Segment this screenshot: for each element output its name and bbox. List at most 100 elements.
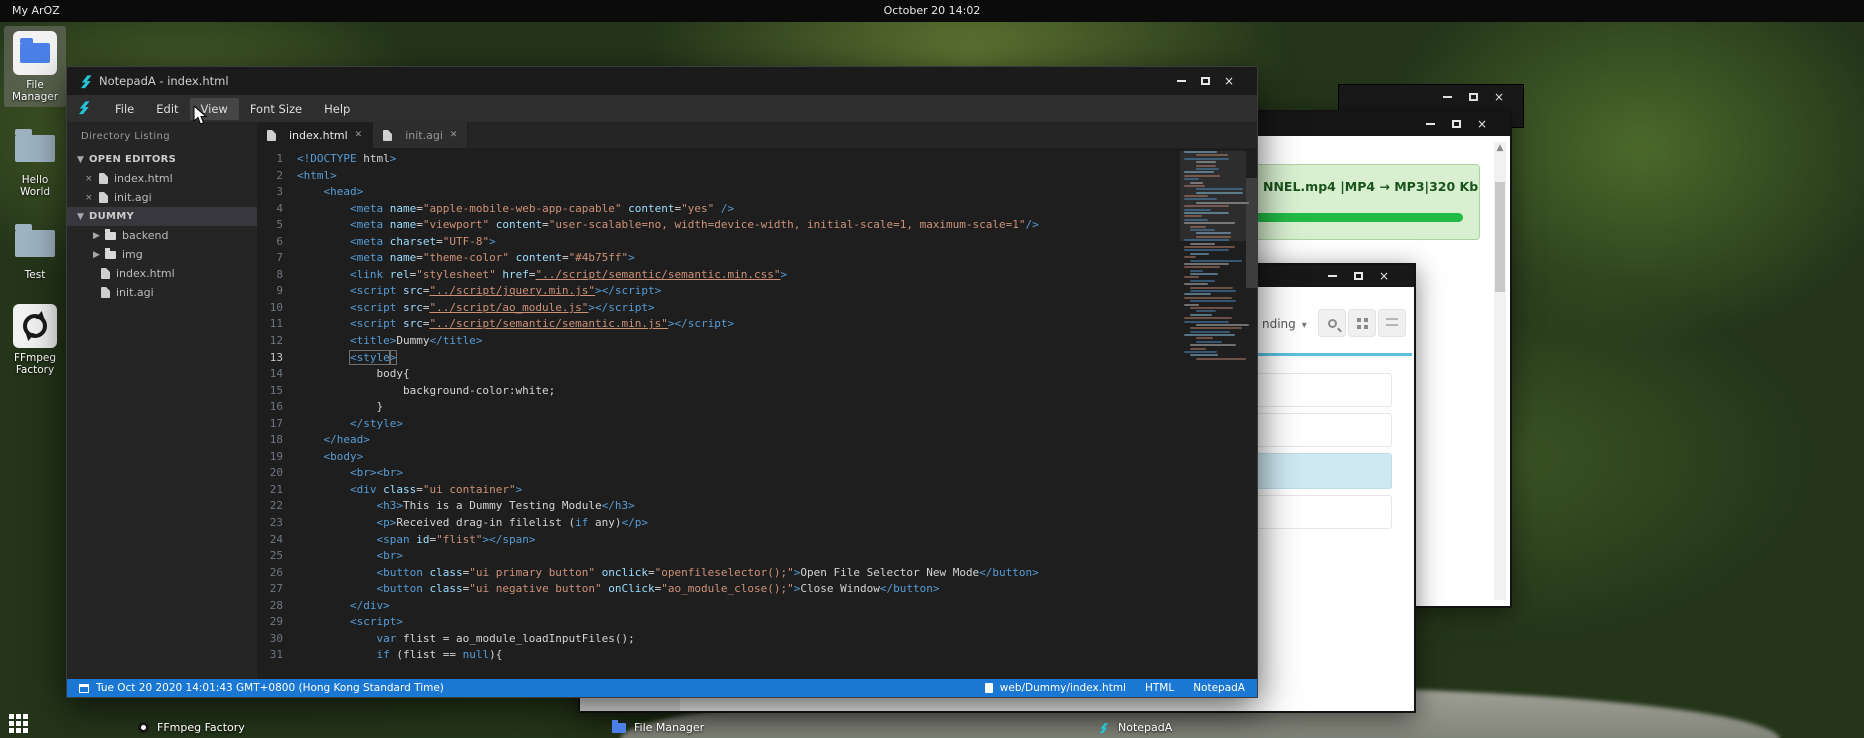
close-icon[interactable]: × [1493, 91, 1505, 103]
maximize-icon[interactable] [1450, 118, 1462, 130]
close-icon[interactable]: × [85, 193, 99, 203]
code-line-26[interactable]: 26 <button class="ui primary button" onc… [257, 565, 1257, 582]
chevron-right-icon[interactable]: ▶ [93, 231, 105, 241]
code-line-3[interactable]: 3 <head> [257, 184, 1257, 201]
taskbar-item-notepada[interactable]: NotepadA [1098, 721, 1172, 734]
tree-item-init.agi[interactable]: init.agi [67, 283, 257, 302]
code-line-29[interactable]: 29 <script> [257, 614, 1257, 631]
ffmpeg-icon [5, 303, 65, 349]
code-line-23[interactable]: 23 <p>Received drag-in filelist (if any)… [257, 515, 1257, 532]
sort-dropdown[interactable]: nding▾ [1262, 317, 1307, 331]
close-icon[interactable]: × [85, 174, 99, 184]
code-line-20[interactable]: 20 <br><br> [257, 465, 1257, 482]
code-editor[interactable]: 1<!DOCTYPE html>2<html>3 <head>4 <meta n… [257, 148, 1257, 679]
chevron-right-icon[interactable]: ▶ [93, 250, 105, 260]
scroll-up-icon[interactable]: ▲ [1494, 142, 1506, 154]
code-line-17[interactable]: 17 </style> [257, 416, 1257, 433]
scrollbar-thumb[interactable] [1495, 182, 1505, 292]
desktop-icons: File Manager Hello World Test FFmpeg Factor… [4, 26, 68, 394]
tab-init.agi[interactable]: init.agi✕ [373, 122, 468, 148]
tab-index.html[interactable]: index.html✕ [257, 122, 373, 148]
tree-item-index.html[interactable]: index.html [67, 264, 257, 283]
code-line-8[interactable]: 8 <link rel="stylesheet" href="../script… [257, 267, 1257, 284]
desktop-icon-file-manager[interactable]: File Manager [4, 26, 66, 107]
code-line-4[interactable]: 4 <meta name="apple-mobile-web-app-capab… [257, 201, 1257, 218]
tree-item-img[interactable]: ▶img [67, 245, 257, 264]
code-line-25[interactable]: 25 <br> [257, 548, 1257, 565]
code-line-14[interactable]: 14 body{ [257, 366, 1257, 383]
desktop-icon-hello-world[interactable]: Hello World [4, 121, 66, 202]
code-line-11[interactable]: 11 <script src="../script/semantic/seman… [257, 316, 1257, 333]
code-line-27[interactable]: 27 <button class="ui negative button" on… [257, 581, 1257, 598]
code-line-1[interactable]: 1<!DOCTYPE html> [257, 151, 1257, 168]
menu-edit[interactable]: Edit [145, 98, 189, 120]
code-line-31[interactable]: 31 if (flist == null){ [257, 647, 1257, 664]
taskbar-item-file-manager[interactable]: File Manager [612, 721, 704, 734]
close-icon[interactable]: × [1223, 75, 1235, 87]
code-line-22[interactable]: 22 <h3>This is a Dummy Testing Module</h… [257, 498, 1257, 515]
code-line-13[interactable]: 13 <style> [257, 350, 1257, 367]
tree-section-dummy[interactable]: ▼DUMMY [67, 207, 257, 226]
tree-item-index.html[interactable]: ×index.html [67, 169, 257, 188]
app-launcher-grid-icon[interactable] [9, 728, 14, 733]
desktop-icon-label: Hello World [5, 174, 65, 198]
sidebar-header: Directory Listing [67, 122, 257, 150]
code-line-19[interactable]: 19 <body> [257, 449, 1257, 466]
tree-item-init.agi[interactable]: ×init.agi [67, 188, 257, 207]
close-icon[interactable]: × [1378, 270, 1390, 282]
code-line-10[interactable]: 10 <script src="../script/ao_module.js">… [257, 300, 1257, 317]
clock: October 20 14:02 [884, 4, 981, 17]
taskbar-item-ffmpeg-factory[interactable]: FFmpeg Factory [138, 721, 245, 734]
code-line-30[interactable]: 30 var flist = ao_module_loadInputFiles(… [257, 631, 1257, 648]
close-icon[interactable]: ✕ [450, 130, 458, 140]
desktop-icon-test[interactable]: Test [4, 216, 66, 285]
conversion-task-label: NNEL.mp4 |MP4 → MP3|320 Kbps| [1263, 179, 1480, 194]
search-button[interactable] [1318, 309, 1346, 337]
notepada-logo-icon [77, 100, 92, 118]
tree-section-open-editors[interactable]: ▼OPEN EDITORS [67, 150, 257, 169]
status-file-path[interactable]: web/Dummy/index.html [1000, 682, 1126, 694]
code-line-7[interactable]: 7 <meta name="theme-color" content="#4b7… [257, 250, 1257, 267]
code-line-2[interactable]: 2<html> [257, 168, 1257, 185]
tree-item-backend[interactable]: ▶backend [67, 226, 257, 245]
code-line-16[interactable]: 16 } [257, 399, 1257, 416]
code-line-24[interactable]: 24 <span id="flist"></span> [257, 532, 1257, 549]
aroz-home-label[interactable]: My ArOZ [12, 4, 60, 17]
list-view-button[interactable] [1378, 309, 1406, 337]
menu-file[interactable]: File [104, 98, 145, 120]
desktop-icon-ffmpeg-factory[interactable]: FFmpeg Factory [4, 299, 66, 380]
maximize-icon[interactable] [1352, 270, 1364, 282]
status-language[interactable]: HTML [1145, 682, 1174, 694]
minimap[interactable] [1184, 151, 1242, 451]
minimize-icon[interactable] [1175, 75, 1187, 87]
code-line-6[interactable]: 6 <meta charset="UTF-8"> [257, 234, 1257, 251]
grid-view-button[interactable] [1348, 309, 1376, 337]
close-icon[interactable]: ✕ [355, 130, 363, 140]
code-line-15[interactable]: 15 background-color:white; [257, 383, 1257, 400]
list-view-icon [1386, 318, 1398, 328]
close-icon[interactable]: × [1476, 118, 1488, 130]
editor-scrollbar-thumb[interactable] [1246, 178, 1257, 288]
desktop-icon-label: File Manager [5, 79, 65, 103]
notepada-titlebar[interactable]: NotepadA - index.html × [67, 67, 1257, 95]
maximize-icon[interactable] [1199, 75, 1211, 87]
directory-sidebar: Directory Listing ▼OPEN EDITORS×index.ht… [67, 122, 257, 679]
scrollbar[interactable]: ▲ [1494, 142, 1506, 600]
code-line-5[interactable]: 5 <meta name="viewport" content="user-sc… [257, 217, 1257, 234]
folder-icon [5, 125, 65, 171]
maximize-icon[interactable] [1467, 91, 1479, 103]
taskbar: FFmpeg Factory File Manager NotepadA [0, 710, 1864, 738]
minimize-icon[interactable] [1424, 118, 1436, 130]
code-line-12[interactable]: 12 <title>Dummy</title> [257, 333, 1257, 350]
chevron-down-icon: ▼ [77, 212, 89, 222]
code-line-28[interactable]: 28 </div> [257, 598, 1257, 615]
code-line-18[interactable]: 18 </head> [257, 432, 1257, 449]
menu-help[interactable]: Help [313, 98, 361, 120]
menu-font-size[interactable]: Font Size [239, 98, 313, 120]
code-line-9[interactable]: 9 <script src="../script/jquery.min.js">… [257, 283, 1257, 300]
calendar-icon [79, 684, 89, 693]
minimize-icon[interactable] [1326, 270, 1338, 282]
minimize-icon[interactable] [1441, 91, 1453, 103]
code-line-21[interactable]: 21 <div class="ui container"> [257, 482, 1257, 499]
file-icon [99, 173, 108, 184]
